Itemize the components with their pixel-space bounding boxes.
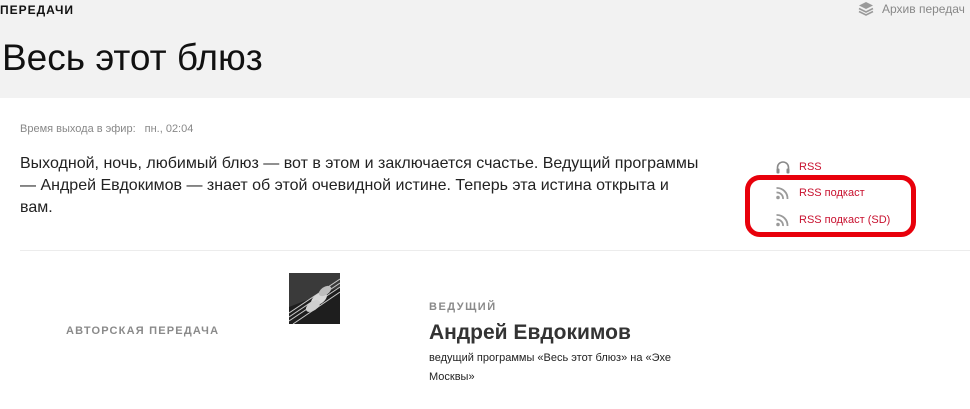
airtime-label: Время выхода в эфир: bbox=[20, 123, 136, 135]
headphones-icon bbox=[776, 161, 790, 174]
section-label[interactable]: ПЕРЕДАЧИ bbox=[0, 3, 74, 17]
page-title: Весь этот блюз bbox=[2, 37, 263, 78]
airtime-value: пн., 02:04 bbox=[144, 123, 194, 135]
highlight-outline bbox=[745, 175, 916, 237]
host-description: ведущий программы «Весь этот блюз» на «Э… bbox=[429, 352, 672, 383]
guitar-photo-image bbox=[289, 273, 340, 324]
program-description: Выходной, ночь, любимый блюз — вот в это… bbox=[20, 155, 699, 216]
rss-label: RSS bbox=[799, 161, 822, 173]
archive-link-label: Архив передач bbox=[882, 1, 965, 16]
page-header: ПЕРЕДАЧИ Архив передач Весь этот блюз bbox=[0, 0, 970, 98]
airtime: Время выхода в эфир: пн., 02:04 bbox=[20, 123, 193, 135]
author-program-label: АВТОРСКАЯ ПЕРЕДАЧА bbox=[66, 325, 220, 337]
archive-link[interactable]: Архив передач bbox=[858, 1, 965, 16]
layers-icon bbox=[858, 2, 874, 16]
host-name[interactable]: Андрей Евдокимов bbox=[429, 321, 631, 345]
divider bbox=[20, 250, 970, 251]
host-photo[interactable] bbox=[289, 273, 340, 324]
host-label: ВЕДУЩИЙ bbox=[429, 301, 497, 313]
rss-link[interactable]: RSS bbox=[775, 160, 822, 174]
